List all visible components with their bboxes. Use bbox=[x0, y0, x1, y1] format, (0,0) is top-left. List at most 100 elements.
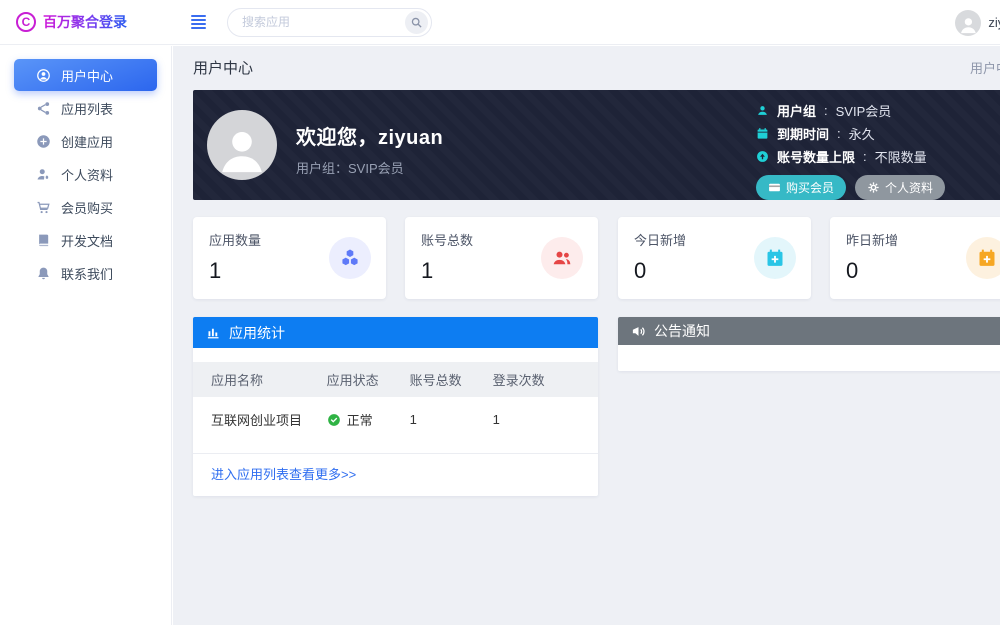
topbar-username: ziyuan bbox=[988, 15, 1000, 30]
banner-avatar bbox=[207, 110, 277, 180]
search-box bbox=[227, 8, 432, 37]
panel-title: 公告通知 bbox=[654, 321, 710, 341]
sidebar: 用户中心 应用列表 创建应用 个人资料 会员购买 bbox=[0, 46, 172, 625]
app-stats-table: 应用名称 应用状态 账号总数 登录次数 互联网创业项目 bbox=[193, 362, 598, 441]
info-label: 用户组 bbox=[777, 101, 816, 120]
profile-button[interactable]: 个人资料 bbox=[855, 175, 945, 200]
welcome-block: 欢迎您，ziyuan 用户组：SVIP会员 bbox=[296, 121, 443, 177]
user-circle-icon bbox=[36, 68, 51, 83]
column-account-total: 账号总数 bbox=[410, 362, 493, 397]
welcome-text: 欢迎您，ziyuan bbox=[296, 121, 443, 150]
page-title: 用户中心 bbox=[193, 57, 253, 78]
cell-account-total: 1 bbox=[410, 397, 493, 441]
users-icon bbox=[541, 237, 583, 279]
status-badge: 正常 bbox=[327, 410, 410, 429]
topbar-user[interactable]: ziyuan bbox=[955, 0, 1000, 45]
check-circle-icon bbox=[327, 413, 341, 427]
logo[interactable]: C 百万聚合登录 bbox=[0, 12, 172, 32]
stat-card-app-count: 应用数量 1 bbox=[193, 217, 386, 299]
bell-icon bbox=[36, 266, 51, 281]
calendar-plus-icon bbox=[754, 237, 796, 279]
stat-card-group-right: 今日新增 0 昨日新增 0 bbox=[618, 217, 1000, 299]
book-icon bbox=[36, 233, 51, 248]
info-value: 不限数量 bbox=[875, 147, 927, 166]
sidebar-item-docs[interactable]: 开发文档 bbox=[0, 224, 171, 257]
person-icon bbox=[214, 118, 270, 180]
cell-app-name: 互联网创业项目 bbox=[193, 397, 327, 441]
column-login-count: 登录次数 bbox=[493, 362, 598, 397]
sidebar-item-label: 应用列表 bbox=[61, 99, 113, 118]
sidebar-item-label: 联系我们 bbox=[61, 264, 113, 283]
sidebar-item-profile[interactable]: 个人资料 bbox=[0, 158, 171, 191]
calendar-icon bbox=[756, 127, 769, 140]
cart-icon bbox=[36, 200, 51, 215]
info-separator: : bbox=[863, 149, 867, 164]
notice-panel: 公告通知 bbox=[618, 317, 1000, 371]
main-content: 用户中心 用户中心 欢迎您，ziyuan 用户组：SVIP会员 用户组 : SV… bbox=[173, 46, 1000, 625]
buy-membership-button[interactable]: 购买会员 bbox=[756, 175, 846, 200]
gear-icon bbox=[867, 181, 880, 194]
stat-cards: 应用数量 1 账号总数 1 今日新增 0 bbox=[193, 217, 1000, 299]
credit-card-icon bbox=[768, 181, 781, 194]
info-row-expiry: 到期时间 : 永久 bbox=[756, 122, 945, 145]
cell-login-count: 1 bbox=[493, 397, 598, 441]
welcome-banner: 欢迎您，ziyuan 用户组：SVIP会员 用户组 : SVIP会员 到期时间 … bbox=[193, 90, 1000, 200]
stat-card-group-left: 应用数量 1 账号总数 1 bbox=[193, 217, 598, 299]
banner-buttons: 购买会员 个人资料 bbox=[756, 175, 945, 200]
sidebar-item-user-center[interactable]: 用户中心 bbox=[14, 59, 157, 91]
sidebar-item-label: 用户中心 bbox=[61, 66, 113, 85]
stat-card-account-total: 账号总数 1 bbox=[405, 217, 598, 299]
logo-icon: C bbox=[16, 12, 36, 32]
search-button[interactable] bbox=[405, 11, 428, 34]
info-value: SVIP会员 bbox=[836, 101, 892, 120]
notice-body bbox=[618, 345, 1000, 371]
button-label: 个人资料 bbox=[885, 179, 933, 196]
button-label: 购买会员 bbox=[786, 179, 834, 196]
table-row[interactable]: 互联网创业项目 正常 1 1 bbox=[193, 397, 598, 441]
sidebar-item-label: 开发文档 bbox=[61, 231, 113, 250]
cell-app-status: 正常 bbox=[327, 397, 410, 441]
arrow-up-circle-icon bbox=[756, 150, 769, 163]
search-input[interactable] bbox=[242, 15, 405, 29]
view-more-link[interactable]: 进入应用列表查看更多>> bbox=[211, 467, 356, 482]
menu-toggle-icon[interactable] bbox=[187, 11, 210, 33]
column-app-name: 应用名称 bbox=[193, 362, 327, 397]
panels-row: 应用统计 应用名称 应用状态 账号总数 登录次数 互联网创业项目 bbox=[193, 317, 1000, 496]
app-root: C 百万聚合登录 ziyuan 用户中心 bbox=[0, 0, 1000, 625]
topbar-avatar bbox=[955, 10, 981, 36]
table-header-row: 应用名称 应用状态 账号总数 登录次数 bbox=[193, 362, 598, 397]
info-label: 账号数量上限 bbox=[777, 147, 855, 166]
page-header: 用户中心 用户中心 bbox=[173, 46, 1000, 89]
stat-card-yesterday-new: 昨日新增 0 bbox=[830, 217, 1000, 299]
calendar-plus-icon bbox=[966, 237, 1000, 279]
speaker-icon bbox=[631, 324, 646, 339]
breadcrumb: 用户中心 bbox=[970, 58, 1000, 77]
info-value: 永久 bbox=[849, 124, 875, 143]
bar-chart-icon bbox=[206, 325, 221, 340]
sidebar-item-label: 创建应用 bbox=[61, 132, 113, 151]
info-row-usergroup: 用户组 : SVIP会员 bbox=[756, 99, 945, 122]
cubes-icon bbox=[329, 237, 371, 279]
logo-text: 百万聚合登录 bbox=[43, 12, 127, 32]
sidebar-item-label: 个人资料 bbox=[61, 165, 113, 184]
panel-title: 应用统计 bbox=[229, 323, 285, 343]
app-stats-footer: 进入应用列表查看更多>> bbox=[193, 453, 598, 496]
info-separator: : bbox=[837, 126, 841, 141]
notice-header: 公告通知 bbox=[618, 317, 1000, 345]
info-separator: : bbox=[824, 103, 828, 118]
status-text: 正常 bbox=[347, 410, 373, 429]
sidebar-item-app-list[interactable]: 应用列表 bbox=[0, 92, 171, 125]
app-stats-header: 应用统计 bbox=[193, 317, 598, 348]
search-icon bbox=[410, 16, 423, 29]
share-nodes-icon bbox=[36, 101, 51, 116]
sidebar-item-create-app[interactable]: 创建应用 bbox=[0, 125, 171, 158]
user-icon bbox=[756, 104, 769, 117]
person-icon bbox=[958, 13, 979, 36]
usergroup-subtitle: 用户组：SVIP会员 bbox=[296, 158, 443, 177]
column-app-status: 应用状态 bbox=[327, 362, 410, 397]
sidebar-item-contact[interactable]: 联系我们 bbox=[0, 257, 171, 290]
plus-circle-icon bbox=[36, 134, 51, 149]
app-stats-panel: 应用统计 应用名称 应用状态 账号总数 登录次数 互联网创业项目 bbox=[193, 317, 598, 496]
topbar: C 百万聚合登录 ziyuan bbox=[0, 0, 1000, 45]
sidebar-item-membership[interactable]: 会员购买 bbox=[0, 191, 171, 224]
